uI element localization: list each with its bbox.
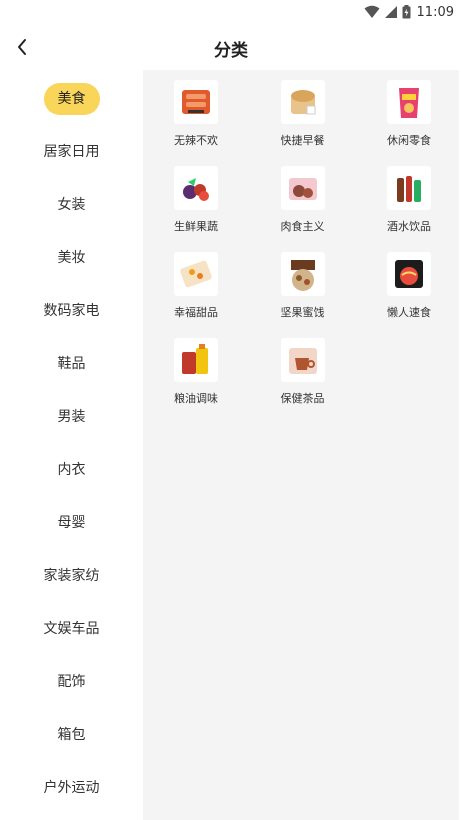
category-label: 酒水饮品 <box>387 220 431 233</box>
category-thumbnail <box>280 80 325 124</box>
sidebar-item[interactable]: 文娱车品 <box>0 602 143 655</box>
wifi-icon <box>364 5 380 18</box>
sidebar-item-label: 鞋品 <box>57 355 86 372</box>
category-thumbnail <box>174 80 218 124</box>
tea-icon <box>288 348 317 374</box>
sidebar-item[interactable]: 内衣 <box>0 443 143 496</box>
category-item[interactable]: 粮油调味 <box>143 328 249 414</box>
sidebar-item-label: 家装家纺 <box>43 567 100 584</box>
category-label: 粮油调味 <box>174 392 218 405</box>
sidebar-item-label: 文娱车品 <box>43 620 100 637</box>
category-item[interactable]: 无辣不欢 <box>143 70 249 156</box>
status-icons: 11:09 <box>364 3 454 21</box>
nuts-icon <box>290 260 315 291</box>
sidebar-item[interactable]: 母婴 <box>0 496 143 549</box>
sidebar-item[interactable]: 箱包 <box>0 708 143 761</box>
category-thumbnail <box>174 252 218 296</box>
category-thumbnail <box>387 166 431 210</box>
category-item[interactable]: 幸福甜品 <box>143 242 249 328</box>
page-title: 分类 <box>214 41 248 61</box>
header: 分类 <box>0 24 462 70</box>
sidebar-item-label: 户外运动 <box>43 779 100 796</box>
sidebar-item[interactable]: 居家日用 <box>0 125 143 178</box>
category-thumbnail <box>280 338 325 382</box>
category-label: 保健茶品 <box>280 392 325 405</box>
category-thumbnail <box>387 252 431 296</box>
noodles-icon <box>395 260 423 288</box>
category-item[interactable]: 坚果蜜饯 <box>250 242 356 328</box>
sidebar-item[interactable]: 美食 <box>0 72 143 125</box>
category-label: 快捷早餐 <box>280 134 325 147</box>
category-label: 无辣不欢 <box>174 134 218 147</box>
fruit-icon <box>183 178 209 201</box>
category-label: 懒人速食 <box>387 306 431 319</box>
category-label: 肉食主义 <box>280 220 325 233</box>
sidebar-item-label: 美食 <box>43 82 100 115</box>
sidebar-item-label: 男装 <box>57 408 86 425</box>
category-label: 坚果蜜饯 <box>280 306 325 319</box>
category-item[interactable]: 懒人速食 <box>356 242 462 328</box>
category-label: 休闲零食 <box>387 134 431 147</box>
sidebar-item-label: 美妆 <box>57 249 86 266</box>
chips-icon <box>399 88 419 118</box>
category-thumbnail <box>280 252 325 296</box>
status-bar: 11:09 <box>0 0 462 24</box>
sidebar-item[interactable]: 美妆 <box>0 231 143 284</box>
oil-icon <box>182 344 208 374</box>
category-item[interactable]: 酒水饮品 <box>356 156 462 242</box>
battery-charging-icon <box>402 5 411 19</box>
subcategory-grid: 无辣不欢 快捷早餐 休闲零食生鲜果蔬 肉食主义 酒水饮品幸福甜品 坚果蜜饯 懒人速食粮油调味… <box>143 70 462 820</box>
sidebar-item-label: 数码家电 <box>43 302 100 319</box>
status-time: 11:09 <box>416 4 454 20</box>
sidebar-item[interactable]: 家装家纺 <box>0 549 143 602</box>
bread-icon <box>290 90 315 115</box>
sidebar-item[interactable]: 配饰 <box>0 655 143 708</box>
category-item[interactable]: 保健茶品 <box>250 328 356 414</box>
category-item[interactable]: 肉食主义 <box>250 156 356 242</box>
category-sidebar: 美食居家日用女装美妆数码家电鞋品男装内衣母婴家装家纺文娱车品配饰箱包户外运动 <box>0 70 143 820</box>
dessert-icon <box>180 260 212 288</box>
sidebar-item-label: 箱包 <box>57 726 86 743</box>
sausage-icon <box>182 90 210 114</box>
drinks-icon <box>397 176 421 202</box>
sidebar-item[interactable]: 鞋品 <box>0 337 143 390</box>
sidebar-item-label: 内衣 <box>57 461 86 478</box>
category-item[interactable]: 快捷早餐 <box>250 70 356 156</box>
sidebar-item[interactable]: 女装 <box>0 178 143 231</box>
category-item[interactable]: 生鲜果蔬 <box>143 156 249 242</box>
sidebar-item[interactable]: 数码家电 <box>0 284 143 337</box>
sidebar-item-label: 居家日用 <box>43 143 100 160</box>
category-thumbnail <box>387 80 431 124</box>
category-thumbnail <box>280 166 325 210</box>
meat-icon <box>288 178 317 200</box>
category-thumbnail <box>174 166 218 210</box>
sidebar-item-label: 女装 <box>57 196 86 213</box>
sidebar-item-label: 配饰 <box>57 673 86 690</box>
category-thumbnail <box>174 338 218 382</box>
signal-icon <box>384 6 397 18</box>
category-label: 生鲜果蔬 <box>174 220 218 233</box>
sidebar-item-label: 母婴 <box>57 514 86 531</box>
category-label: 幸福甜品 <box>174 306 218 319</box>
category-item[interactable]: 休闲零食 <box>356 70 462 156</box>
sidebar-item[interactable]: 户外运动 <box>0 761 143 814</box>
sidebar-item[interactable]: 男装 <box>0 390 143 443</box>
